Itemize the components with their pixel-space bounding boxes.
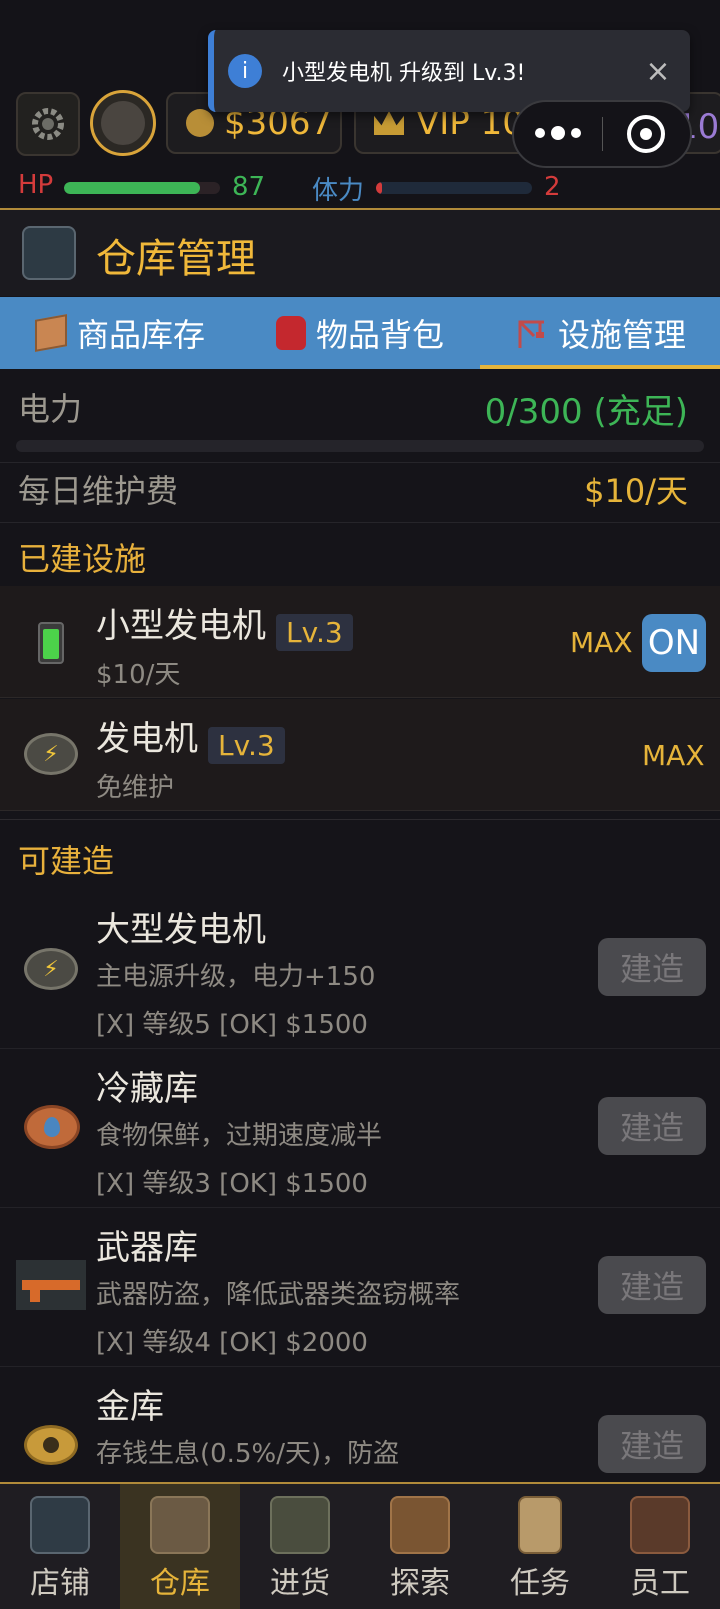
facility-name: 大型发电机 bbox=[96, 910, 266, 950]
shop-icon bbox=[30, 1496, 90, 1554]
dot-icon bbox=[550, 126, 565, 140]
max-label: MAX bbox=[570, 626, 633, 659]
stamina-label: 体力 bbox=[312, 176, 365, 206]
crate-icon bbox=[150, 1496, 210, 1554]
max-label: MAX bbox=[642, 739, 705, 772]
facility-description: 主电源升级，电力+150 bbox=[96, 962, 376, 992]
stamina-value: 2 bbox=[544, 172, 561, 202]
dot-icon bbox=[570, 128, 581, 138]
buildable-row: 冷藏库 食物保鲜，过期速度减半 [X] 等级3 [OK] $1500 建造 bbox=[0, 1049, 720, 1207]
crown-icon bbox=[374, 111, 404, 135]
more-menu-button[interactable] bbox=[514, 126, 602, 140]
bottom-nav: 店铺 仓库 进货 探索 任务 员工 bbox=[0, 1482, 720, 1609]
buildable-row: 武器库 武器防盗，降低武器类盗窃概率 [X] 等级4 [OK] $2000 建造 bbox=[0, 1208, 720, 1366]
truck-icon bbox=[270, 1496, 330, 1554]
facility-cost: 免维护 bbox=[96, 773, 175, 803]
level-badge: Lv.3 bbox=[276, 614, 353, 651]
coin-icon bbox=[186, 109, 214, 137]
hp-value: 87 bbox=[232, 172, 266, 202]
crane-icon bbox=[518, 320, 544, 348]
divider bbox=[0, 819, 720, 820]
toast-close-button[interactable]: × bbox=[638, 54, 678, 89]
page-title: 仓库管理 bbox=[96, 236, 256, 282]
tab-inventory[interactable]: 商品库存 bbox=[0, 297, 240, 369]
close-miniprogram-button[interactable] bbox=[603, 115, 691, 153]
facility-requirements: [X] 等级5 [OK] $1500 bbox=[96, 1010, 368, 1040]
buildable-row: ⚡ 大型发电机 主电源升级，电力+150 [X] 等级5 [OK] $1500 … bbox=[0, 890, 720, 1048]
buildable-section-title: 可建造 bbox=[18, 842, 115, 880]
facility-description: 食物保鲜，过期速度减半 bbox=[96, 1121, 383, 1151]
facility-name: 金库 bbox=[96, 1387, 164, 1427]
tab-backpack[interactable]: 物品背包 bbox=[240, 297, 480, 369]
miniprogram-capsule bbox=[512, 100, 692, 168]
buildable-row: 金库 存钱生息(0.5%/天)，防盗 建造 bbox=[0, 1367, 720, 1482]
facility-name: 冷藏库 bbox=[96, 1069, 198, 1109]
avatar-figure-icon bbox=[101, 101, 145, 145]
toast-message: 小型发电机 升级到 Lv.3! bbox=[282, 61, 526, 86]
info-icon: i bbox=[228, 54, 262, 88]
maintenance-label: 每日维护费 bbox=[18, 472, 179, 510]
warehouse-icon bbox=[22, 226, 76, 280]
divider bbox=[0, 522, 720, 523]
facility-name: 小型发电机 bbox=[96, 606, 266, 646]
target-icon bbox=[627, 115, 666, 153]
level-badge: Lv.3 bbox=[208, 727, 285, 764]
nav-shop[interactable]: 店铺 bbox=[0, 1484, 120, 1609]
facility-cost: $10/天 bbox=[96, 660, 181, 690]
nav-tasks[interactable]: 任务 bbox=[480, 1484, 600, 1609]
backpack-icon bbox=[275, 316, 306, 350]
energy-badge-icon: ⚡ bbox=[24, 733, 78, 775]
built-facility-row: ⚡ 发电机 Lv.3 免维护 MAX bbox=[0, 699, 720, 811]
settings-gear-button[interactable] bbox=[16, 92, 80, 156]
maintenance-value: $10/天 bbox=[584, 472, 688, 510]
facility-requirements: [X] 等级3 [OK] $1500 bbox=[96, 1169, 368, 1199]
hp-bar bbox=[64, 182, 220, 194]
facility-description: 存钱生息(0.5%/天)，防盗 bbox=[96, 1439, 400, 1469]
skull-coin-icon bbox=[24, 1425, 78, 1465]
built-section-title: 已建设施 bbox=[18, 540, 147, 578]
team-icon bbox=[630, 1496, 690, 1554]
facility-requirements: [X] 等级4 [OK] $2000 bbox=[96, 1328, 368, 1358]
build-button[interactable]: 建造 bbox=[598, 1415, 706, 1473]
built-facility-row: 小型发电机 Lv.3 $10/天 MAX ON bbox=[0, 586, 720, 698]
on-toggle-button[interactable]: ON bbox=[642, 614, 706, 672]
box-icon bbox=[34, 314, 67, 352]
power-label: 电力 bbox=[18, 390, 83, 428]
build-button[interactable]: 建造 bbox=[598, 1256, 706, 1314]
hp-bar-fill bbox=[64, 182, 200, 194]
build-button[interactable]: 建造 bbox=[598, 1097, 706, 1155]
rifle-icon bbox=[16, 1260, 86, 1310]
build-button[interactable]: 建造 bbox=[598, 938, 706, 996]
dot-icon bbox=[534, 128, 545, 138]
page-header: 仓库管理 bbox=[0, 208, 720, 296]
energy-badge-icon: ⚡ bbox=[24, 948, 78, 990]
battery-icon bbox=[38, 622, 64, 664]
power-bar bbox=[16, 440, 704, 452]
hp-label: HP bbox=[18, 170, 54, 200]
stamina-bar bbox=[376, 182, 532, 194]
nav-staff[interactable]: 员工 bbox=[600, 1484, 720, 1609]
gear-icon bbox=[32, 108, 64, 140]
nav-purchase[interactable]: 进货 bbox=[240, 1484, 360, 1609]
power-value: 0/300 (充足) bbox=[484, 392, 688, 432]
divider bbox=[0, 462, 720, 463]
avatar[interactable] bbox=[90, 90, 156, 156]
facility-description: 武器防盗，降低武器类盗窃概率 bbox=[96, 1280, 461, 1310]
nav-warehouse[interactable]: 仓库 bbox=[120, 1484, 240, 1609]
tab-facilities[interactable]: 设施管理 bbox=[480, 297, 720, 369]
map-icon bbox=[390, 1496, 450, 1554]
nav-explore[interactable]: 探索 bbox=[360, 1484, 480, 1609]
stamina-bar-fill bbox=[376, 182, 383, 194]
water-drop-badge-icon bbox=[24, 1105, 80, 1149]
facility-name: 发电机 bbox=[96, 719, 198, 759]
facility-name: 武器库 bbox=[96, 1228, 198, 1268]
clipboard-icon bbox=[518, 1496, 562, 1554]
tab-bar: 商品库存 物品背包 设施管理 bbox=[0, 297, 720, 369]
